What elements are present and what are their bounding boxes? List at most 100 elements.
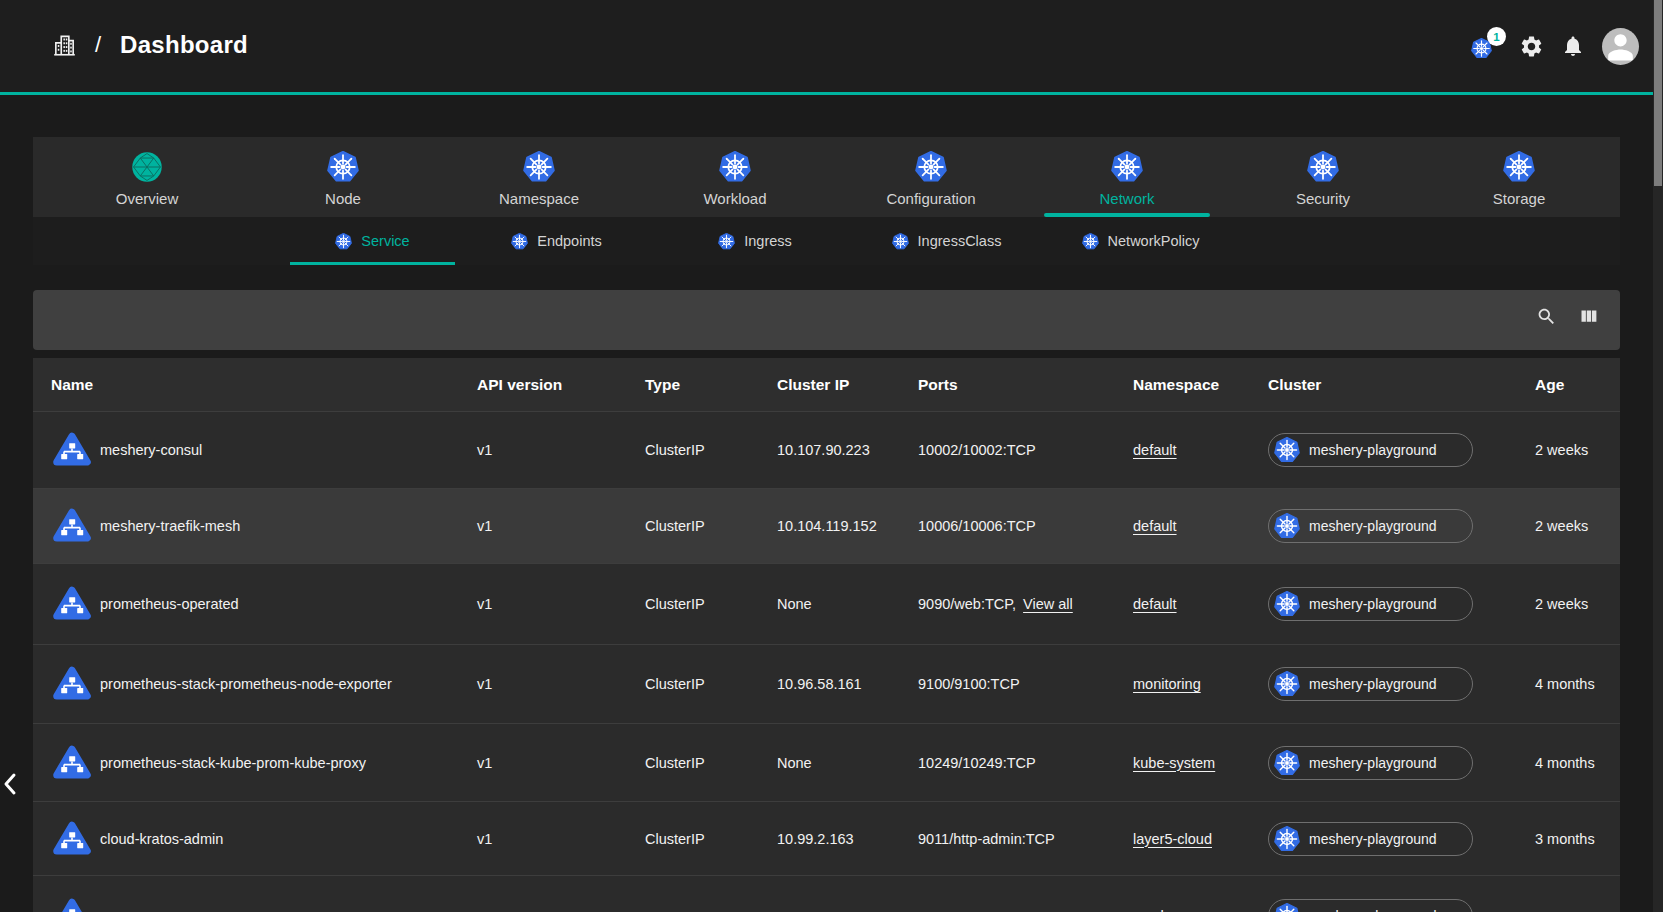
namespace-link[interactable]: layer5-cloud xyxy=(1133,831,1212,847)
cell-cluster: meshery-playground xyxy=(1268,412,1473,488)
cluster-chip[interactable]: meshery-playground xyxy=(1268,433,1473,467)
tab-label: Overview xyxy=(116,190,179,207)
active-subtab-indicator xyxy=(290,262,455,265)
cell-age: 3 months xyxy=(1535,802,1595,875)
view-columns-icon[interactable] xyxy=(1578,306,1599,327)
cluster-chip[interactable]: meshery-playground xyxy=(1268,746,1473,780)
network-resource-subtabs: ServiceEndpointsIngressIngressClassNetwo… xyxy=(33,217,1620,265)
cell-ports: 10006/10006:TCP xyxy=(918,489,1036,563)
notifications-bell-icon[interactable] xyxy=(1561,34,1585,58)
kubernetes-icon xyxy=(1274,513,1300,539)
column-header-namespace[interactable]: Namespace xyxy=(1133,358,1219,411)
table-row[interactable]: prometheus-stack-kube-prom-kube-proxyv1C… xyxy=(33,723,1620,801)
cell-cluster-ip: None xyxy=(777,724,812,801)
tab-storage[interactable]: Storage xyxy=(1421,137,1617,217)
kubernetes-icon xyxy=(1274,591,1300,617)
cluster-chip[interactable]: meshery-playground xyxy=(1268,587,1473,621)
table-row[interactable]: meshery-traefik-meshv1ClusterIP10.104.11… xyxy=(33,488,1620,563)
cell-type: ClusterIP xyxy=(645,564,705,644)
tab-label: Workload xyxy=(703,190,766,207)
cluster-chip[interactable]: meshery-playground xyxy=(1268,509,1473,543)
cell-namespace: meshery xyxy=(1133,876,1189,912)
cell-name: meshery-consul xyxy=(100,412,202,488)
view-all-ports-link[interactable]: View all xyxy=(1023,596,1073,612)
namespace-link[interactable]: monitoring xyxy=(1133,676,1201,692)
kubernetes-icon xyxy=(335,233,352,250)
organization-building-icon[interactable] xyxy=(51,32,78,58)
tab-label: Storage xyxy=(1493,190,1546,207)
cluster-chip[interactable]: meshery-playground xyxy=(1268,899,1473,912)
collapse-drawer-chevron[interactable] xyxy=(2,772,18,796)
kubernetes-icon xyxy=(1274,750,1300,776)
cluster-chip[interactable]: meshery-playground xyxy=(1268,822,1473,856)
page-title: Dashboard xyxy=(120,31,248,59)
kubernetes-icon xyxy=(1274,826,1300,852)
namespace-link[interactable]: kube-system xyxy=(1133,755,1215,771)
service-resource-icon xyxy=(52,412,92,488)
service-resource-icon xyxy=(52,489,92,563)
tab-overview[interactable]: Overview xyxy=(49,137,245,217)
cell-api-version: v1 xyxy=(477,645,492,723)
tab-configuration[interactable]: Configuration xyxy=(833,137,1029,217)
cell-namespace: default xyxy=(1133,412,1177,488)
cell-cluster: meshery-playground xyxy=(1268,489,1473,563)
column-header-age[interactable]: Age xyxy=(1535,358,1564,411)
tab-workload[interactable]: Workload xyxy=(637,137,833,217)
column-header-type[interactable]: Type xyxy=(645,358,680,411)
table-row[interactable]: prometheus-operatedv1ClusterIPNone9090/w… xyxy=(33,563,1620,644)
search-icon[interactable] xyxy=(1536,306,1557,327)
subtab-ingress[interactable]: Ingress xyxy=(658,217,852,265)
cell-ports: 10002/10002:TCP xyxy=(918,412,1036,488)
service-resource-icon xyxy=(52,724,92,801)
tab-node[interactable]: Node xyxy=(245,137,441,217)
service-resource-icon xyxy=(52,876,92,912)
table-toolbar xyxy=(33,290,1620,350)
services-table: Name API version Type Cluster IP Ports Namesp… xyxy=(33,358,1620,912)
table-row[interactable]: prometheus-stack-prometheus-node-exporte… xyxy=(33,644,1620,723)
user-avatar[interactable] xyxy=(1602,28,1639,65)
subtab-networkpolicy[interactable]: NetworkPolicy xyxy=(1041,217,1240,265)
column-header-api-version[interactable]: API version xyxy=(477,358,562,411)
cell-name: prometheus-stack-prometheus-node-exporte… xyxy=(100,645,392,723)
cell-age: 2 weeks xyxy=(1535,412,1588,488)
cell-name: prometheus-stack-kube-prom-kube-proxy xyxy=(100,724,366,801)
table-row[interactable]: meshery meshery-playground xyxy=(33,875,1620,912)
tab-label: Node xyxy=(325,190,361,207)
service-resource-icon xyxy=(52,645,92,723)
cell-type: ClusterIP xyxy=(645,645,705,723)
settings-gear-icon[interactable] xyxy=(1519,34,1544,59)
table-row[interactable]: meshery-consulv1ClusterIP10.107.90.22310… xyxy=(33,411,1620,488)
tab-namespace[interactable]: Namespace xyxy=(441,137,637,217)
column-header-name[interactable]: Name xyxy=(51,358,93,411)
meshery-logo-icon xyxy=(131,151,163,183)
tab-security[interactable]: Security xyxy=(1225,137,1421,217)
cell-api-version: v1 xyxy=(477,412,492,488)
subtab-endpoints[interactable]: Endpoints xyxy=(455,217,658,265)
scrollbar-thumb[interactable] xyxy=(1654,0,1662,186)
cell-cluster: meshery-playground xyxy=(1268,564,1473,644)
table-row[interactable]: cloud-kratos-adminv1ClusterIP10.99.2.163… xyxy=(33,801,1620,875)
tab-label: Namespace xyxy=(499,190,579,207)
cell-ports: 9011/http-admin:TCP xyxy=(918,802,1055,875)
cell-name: meshery-traefik-mesh xyxy=(100,489,240,563)
column-header-cluster[interactable]: Cluster xyxy=(1268,358,1321,411)
subtab-ingressclass[interactable]: IngressClass xyxy=(852,217,1041,265)
kubernetes-icon xyxy=(1274,437,1300,463)
column-header-cluster-ip[interactable]: Cluster IP xyxy=(777,358,849,411)
kubernetes-icon xyxy=(719,151,751,183)
namespace-link[interactable]: default xyxy=(1133,442,1177,458)
cluster-chip[interactable]: meshery-playground xyxy=(1268,667,1473,701)
column-header-ports[interactable]: Ports xyxy=(918,358,958,411)
cell-api-version: v1 xyxy=(477,802,492,875)
context-count-badge: 1 xyxy=(1487,27,1506,46)
cell-namespace: default xyxy=(1133,489,1177,563)
namespace-link[interactable]: default xyxy=(1133,596,1177,612)
resource-category-tabs: Overview Node Namespace Workload Configurati… xyxy=(33,137,1620,217)
namespace-link[interactable]: meshery xyxy=(1133,908,1189,912)
tab-network[interactable]: Network xyxy=(1029,137,1225,217)
person-icon xyxy=(1602,28,1639,65)
cell-cluster-ip: 10.107.90.223 xyxy=(777,412,870,488)
subtab-service[interactable]: Service xyxy=(290,217,455,265)
vertical-scrollbar[interactable] xyxy=(1653,0,1663,912)
namespace-link[interactable]: default xyxy=(1133,518,1177,534)
